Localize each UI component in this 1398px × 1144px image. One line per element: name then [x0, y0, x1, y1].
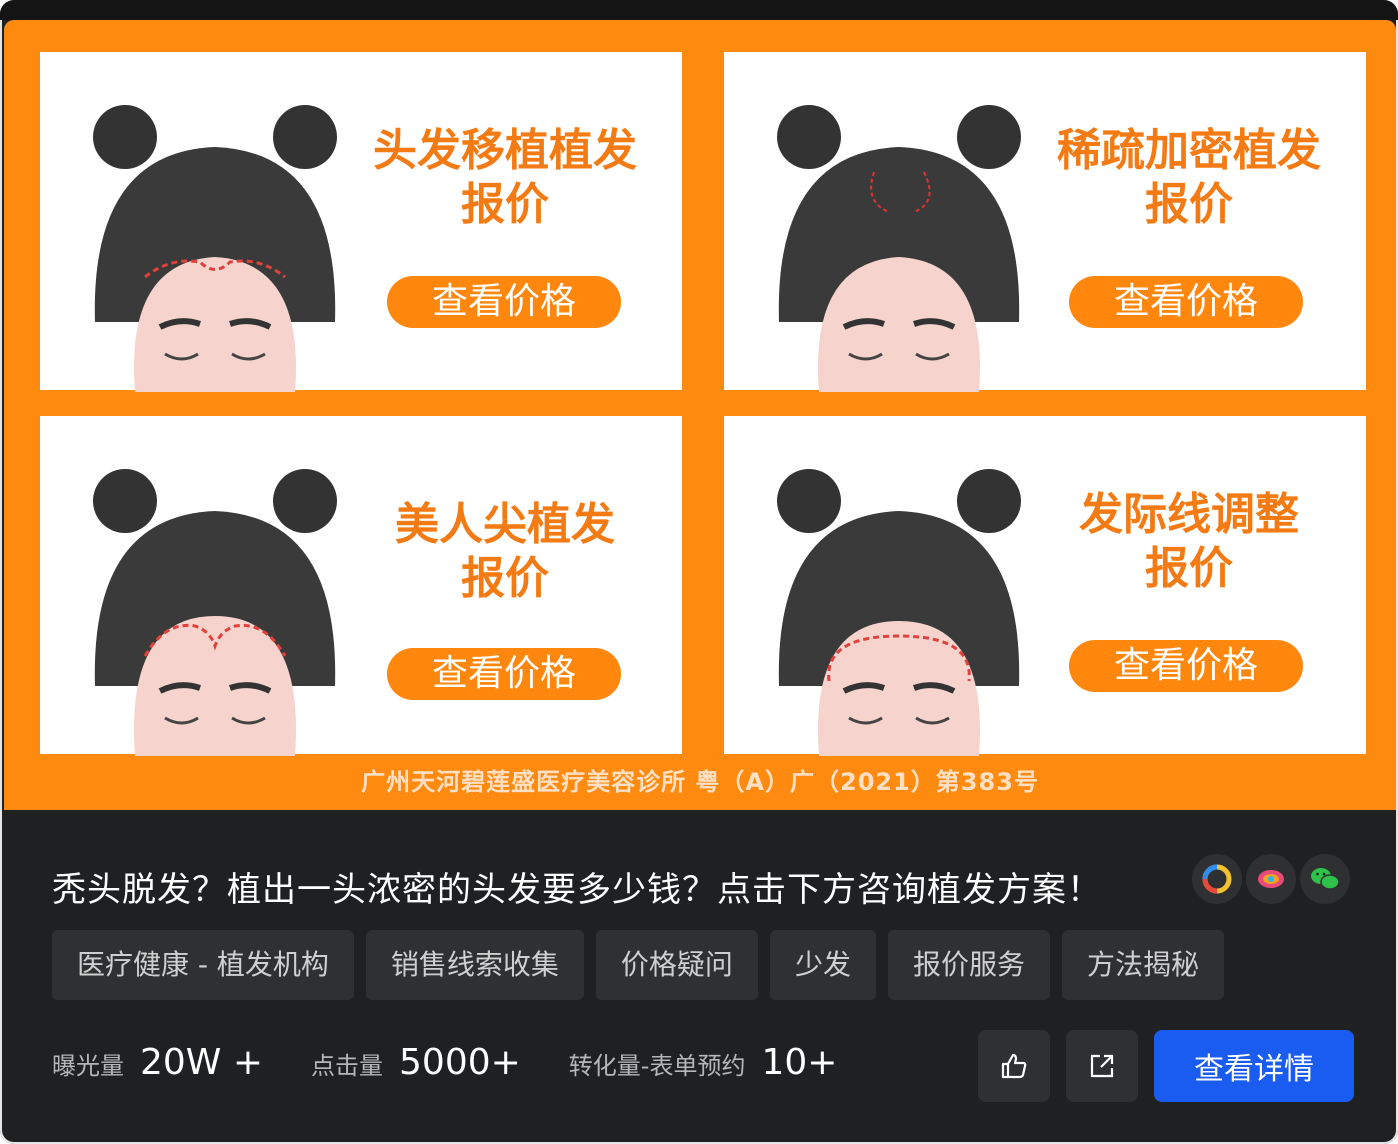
view-details-button[interactable]: 查看详情 [1154, 1030, 1354, 1102]
banner-card-transplant[interactable]: 头发移植植发 报价 查看价格 [40, 52, 682, 392]
tag-item[interactable]: 销售线索收集 [365, 930, 584, 1000]
view-price-button[interactable]: 查看价格 [1069, 640, 1303, 692]
banner-card-widows-peak[interactable]: 美人尖植发 报价 查看价格 [40, 416, 682, 756]
license-text: 广州天河碧莲盛医疗美容诊所 粤（A）广（2021）第383号 [361, 768, 1039, 796]
tag-item[interactable]: 医疗健康 - 植发机构 [52, 930, 354, 1000]
like-button[interactable] [978, 1030, 1050, 1102]
wechat-icon [1300, 854, 1350, 904]
ad-info-panel: 秃头脱发？植出一头浓密的头发要多少钱？点击下方咨询植发方案！ 医疗健康 - 植发… [0, 810, 1398, 1144]
stat-label-conversions: 转化量-表单预约 [568, 1052, 746, 1080]
stat-value-exposure: 20W + [140, 1042, 264, 1083]
open-external-button[interactable] [1066, 1030, 1138, 1102]
woman-head-illustration [777, 105, 1021, 392]
woman-head-illustration [777, 469, 1021, 756]
action-bar: 查看详情 [978, 1030, 1354, 1102]
woman-head-illustration [93, 469, 337, 756]
card-title: 发际线调整 报价 [1079, 489, 1299, 594]
thumbs-up-icon [1001, 1053, 1027, 1079]
ad-headline: 秃头脱发？植出一头浓密的头发要多少钱？点击下方咨询植发方案！ [52, 870, 1102, 910]
performance-stats: 曝光量 20W + 点击量 5000+ 转化量-表单预约 10+ [52, 1042, 885, 1083]
view-price-button[interactable]: 查看价格 [1069, 276, 1303, 328]
tag-list: 医疗健康 - 植发机构 销售线索收集 价格疑问 少发 报价服务 方法揭秘 [52, 930, 1224, 1000]
ad-card: 头发移植植发 报价 查看价格 稀疏加密植发 报价 查看价格 美人尖植发 报价 查… [0, 0, 1398, 1144]
view-price-button[interactable]: 查看价格 [387, 648, 621, 700]
stat-value-clicks: 5000+ [399, 1042, 521, 1083]
card-title: 美人尖植发 报价 [395, 499, 615, 604]
external-link-icon [1090, 1054, 1114, 1078]
stat-label-clicks: 点击量 [311, 1052, 384, 1080]
tag-item[interactable]: 方法揭秘 [1061, 930, 1224, 1000]
platform-icons [1192, 854, 1350, 904]
card-title: 头发移植植发 报价 [373, 125, 637, 230]
view-price-button[interactable]: 查看价格 [387, 276, 621, 328]
stat-value-conversions: 10+ [761, 1042, 838, 1083]
tag-item[interactable]: 报价服务 [887, 930, 1050, 1000]
top-strip [0, 0, 1398, 20]
tag-item[interactable]: 价格疑问 [595, 930, 758, 1000]
qq-browser-icon [1192, 854, 1242, 904]
ad-banner-image[interactable]: 头发移植植发 报价 查看价格 稀疏加密植发 报价 查看价格 美人尖植发 报价 查… [4, 20, 1396, 810]
tencent-video-icon [1246, 854, 1296, 904]
card-title: 稀疏加密植发 报价 [1057, 125, 1321, 230]
tag-item[interactable]: 少发 [769, 930, 876, 1000]
banner-card-hairline[interactable]: 发际线调整 报价 查看价格 [724, 416, 1366, 756]
stat-label-exposure: 曝光量 [52, 1052, 124, 1080]
woman-head-illustration [93, 105, 337, 392]
banner-card-density[interactable]: 稀疏加密植发 报价 查看价格 [724, 52, 1366, 392]
